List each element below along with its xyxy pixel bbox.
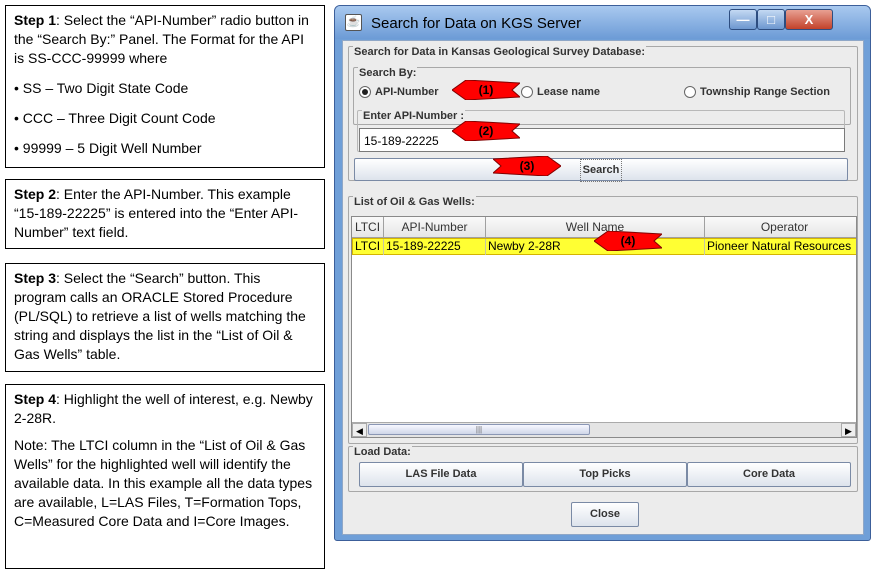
scroll-left-arrow-icon[interactable]: ◀ xyxy=(352,423,367,437)
col-ltci[interactable]: LTCI xyxy=(352,217,384,238)
step1-bullet-well: • 99999 – 5 Digit Well Number xyxy=(14,140,202,156)
callout-1-label: (1) xyxy=(478,83,494,97)
callout-1: (1) xyxy=(452,80,520,100)
search-by-title: Search By: xyxy=(358,67,418,79)
java-app-icon: ☕ xyxy=(345,14,362,31)
step2-annotation: Step 2: Enter the API-Number. This examp… xyxy=(5,179,325,249)
radio-api-number-label: API-Number xyxy=(375,86,439,98)
core-data-button[interactable]: Core Data xyxy=(687,462,851,487)
window-client-area: Search for Data in Kansas Geological Sur… xyxy=(342,40,864,535)
radio-trs-label: Township Range Section xyxy=(700,86,830,98)
las-file-data-button[interactable]: LAS File Data xyxy=(359,462,523,487)
api-number-input[interactable]: 15-189-22225 xyxy=(359,128,845,152)
callout-3: (3) xyxy=(493,156,561,176)
search-panel: Search for Data in Kansas Geological Sur… xyxy=(348,46,858,182)
step2-text: : Enter the API-Number. This example “15… xyxy=(14,186,299,240)
search-panel-title: Search for Data in Kansas Geological Sur… xyxy=(353,46,647,58)
step1-text: : Select the “API-Number” radio button i… xyxy=(14,12,309,66)
window-titlebar[interactable]: ☕ Search for Data on KGS Server — □ X xyxy=(335,6,870,39)
step1-bullet-county: • CCC – Three Digit Count Code xyxy=(14,110,216,126)
callout-2-label: (2) xyxy=(478,124,494,138)
step4-note: Note: The LTCI column in the “List of Oi… xyxy=(14,437,313,529)
step1-label: Step 1 xyxy=(14,12,57,28)
search-by-group: Search By: API-Number Lease name Townshi… xyxy=(353,67,851,152)
close-button[interactable]: Close xyxy=(571,502,639,527)
radio-api-number-circle[interactable] xyxy=(359,86,371,99)
wells-panel-title: List of Oil & Gas Wells: xyxy=(353,196,476,208)
radio-lease-name[interactable]: Lease name xyxy=(521,86,600,99)
table-horizontal-scrollbar[interactable]: ◀ ||| ▶ xyxy=(352,422,856,437)
step1-bullet-state: • SS – Two Digit State Code xyxy=(14,80,189,96)
step2-label: Step 2 xyxy=(14,186,57,202)
window-close-button[interactable]: X xyxy=(785,9,833,30)
api-number-group-title: Enter API-Number : xyxy=(362,110,466,122)
callout-4-label: (4) xyxy=(620,234,636,248)
step3-annotation: Step 3: Select the “Search” button. This… xyxy=(5,263,325,372)
radio-lease-name-label: Lease name xyxy=(537,86,600,98)
kgs-search-window: ☕ Search for Data on KGS Server — □ X Se… xyxy=(334,5,871,541)
window-title: Search for Data on KGS Server xyxy=(371,15,582,32)
maximize-button[interactable]: □ xyxy=(757,9,785,30)
search-button[interactable]: Search xyxy=(354,158,848,182)
radio-api-number[interactable]: API-Number xyxy=(359,86,439,99)
col-api-number[interactable]: API-Number xyxy=(384,217,486,238)
step4-text: : Highlight the well of interest, e.g. N… xyxy=(14,391,313,426)
cell-operator: Pioneer Natural Resources xyxy=(707,239,852,253)
radio-trs-circle[interactable] xyxy=(684,86,696,99)
search-button-label: Search xyxy=(579,159,623,182)
minimize-button[interactable]: — xyxy=(729,9,757,30)
step4-annotation: Step 4: Highlight the well of interest, … xyxy=(5,384,325,569)
cell-api-number: 15-189-22225 xyxy=(384,239,486,255)
step3-label: Step 3 xyxy=(14,270,57,286)
cell-ltci: LTCI xyxy=(353,239,384,255)
callout-4: (4) xyxy=(594,231,662,251)
step3-text: : Select the “Search” button. This progr… xyxy=(14,270,306,362)
radio-lease-name-circle[interactable] xyxy=(521,86,533,99)
col-operator[interactable]: Operator xyxy=(705,217,856,238)
step4-label: Step 4 xyxy=(14,391,57,407)
scroll-right-arrow-icon[interactable]: ▶ xyxy=(841,423,856,437)
top-picks-button[interactable]: Top Picks xyxy=(523,462,687,487)
callout-2: (2) xyxy=(452,121,520,141)
load-data-title: Load Data: xyxy=(353,446,412,458)
step1-annotation: Step 1: Select the “API-Number” radio bu… xyxy=(5,5,325,168)
callout-3-label: (3) xyxy=(519,159,535,173)
radio-township-range-section[interactable]: Township Range Section xyxy=(684,86,830,99)
scroll-thumb[interactable]: ||| xyxy=(368,424,590,435)
